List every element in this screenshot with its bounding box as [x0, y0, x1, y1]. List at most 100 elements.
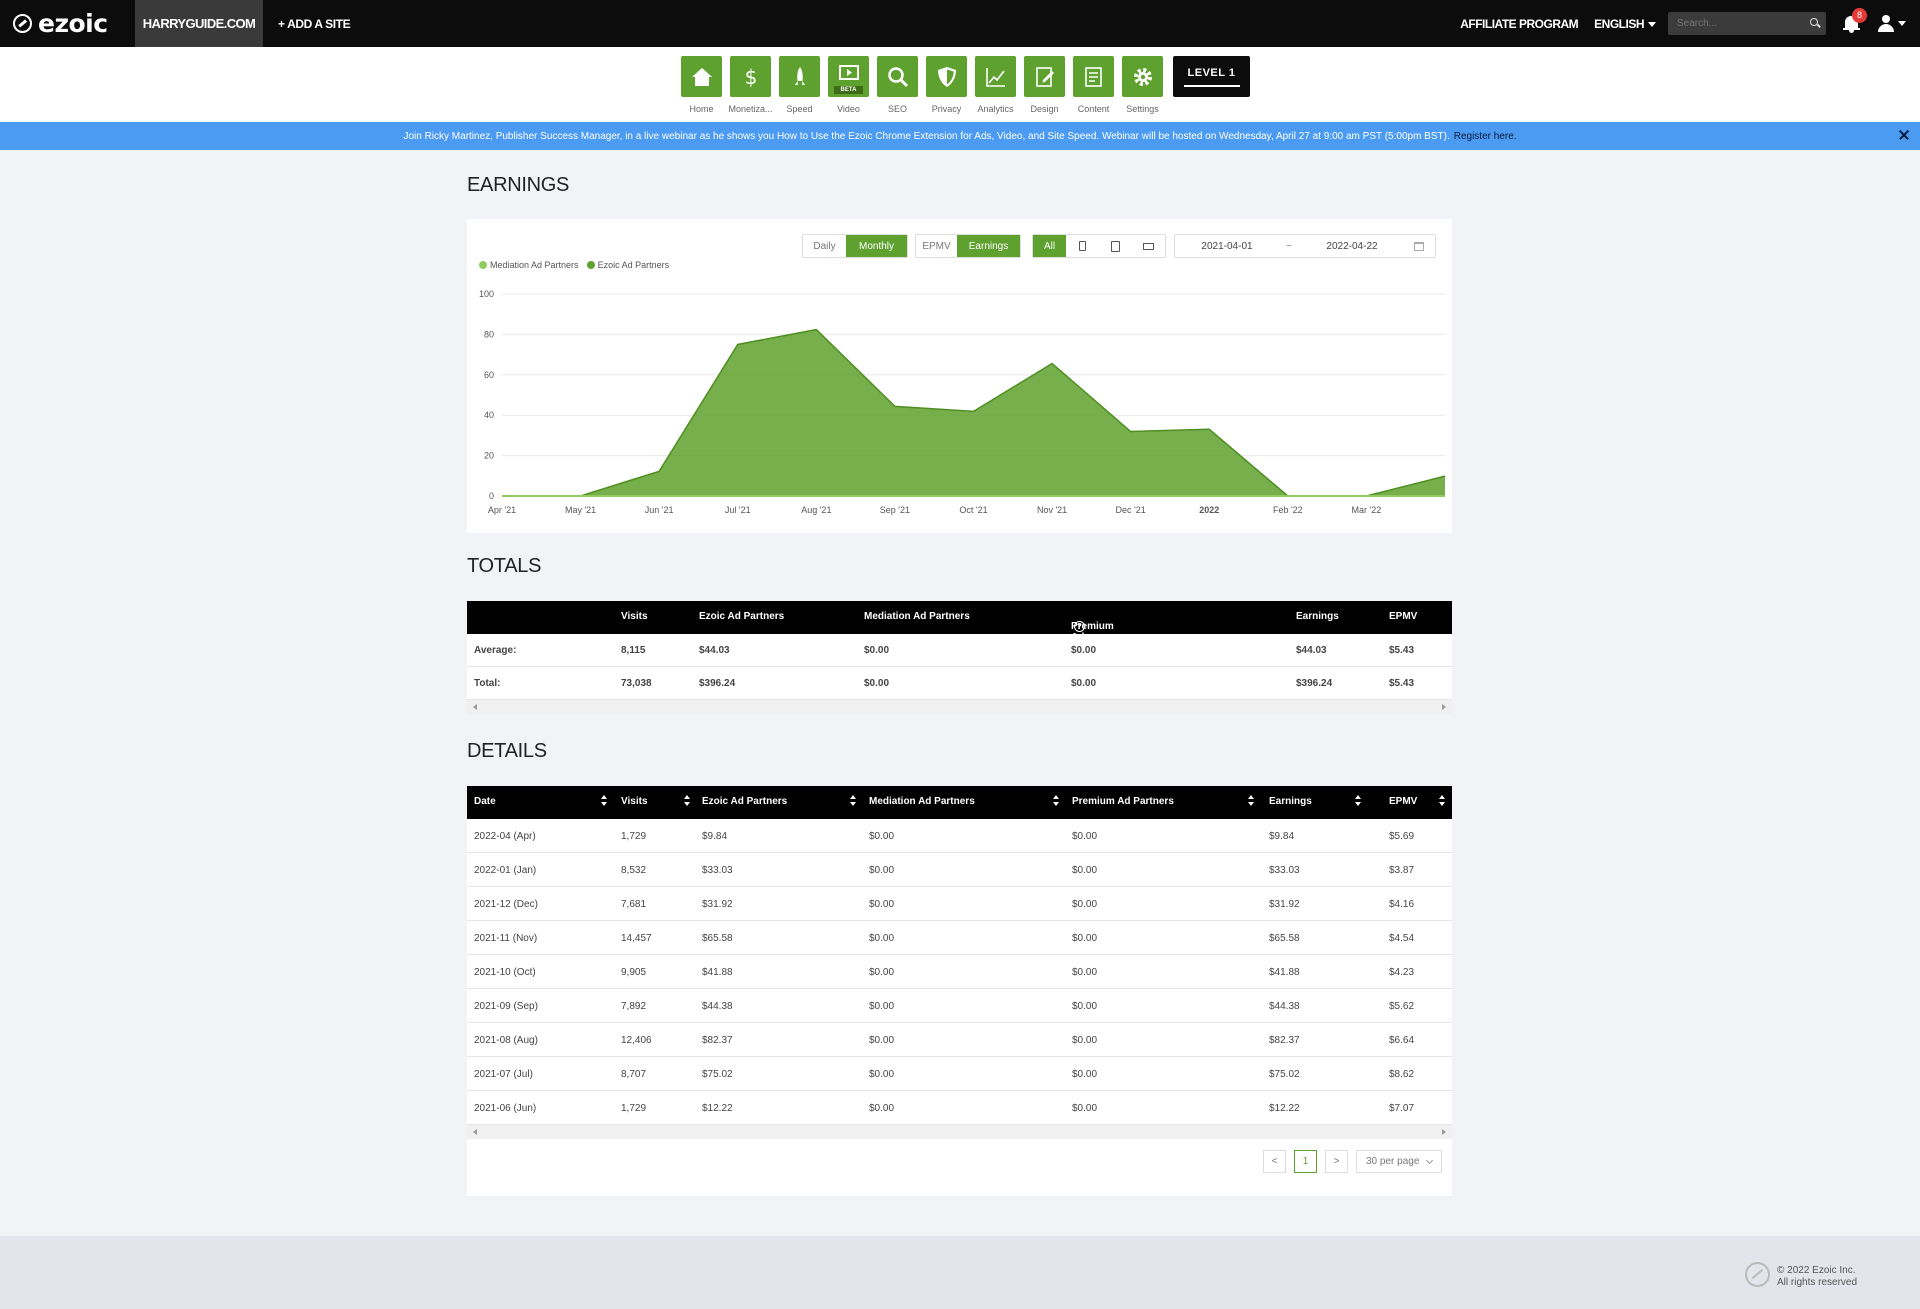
ezoic-logo[interactable]: ezoic — [0, 0, 135, 47]
footer-text: © 2022 Ezoic Inc. All rights reserved — [1777, 1265, 1857, 1289]
pagination: < 1 > 30 per page — [1263, 1150, 1442, 1173]
help-icon[interactable]: ? — [1074, 621, 1085, 632]
nav-design-button[interactable] — [1024, 56, 1065, 97]
period-daily-button[interactable]: Daily — [803, 235, 846, 257]
nav-video[interactable]: BETA Video — [824, 56, 873, 114]
logo-text: ezoic — [38, 9, 108, 38]
date-from[interactable]: 2021-04-01 — [1175, 235, 1279, 257]
sort-icon[interactable] — [601, 795, 607, 809]
nav-settings-button[interactable] — [1122, 56, 1163, 97]
sort-icon[interactable] — [684, 795, 690, 809]
cell-premium: $0.00 — [1072, 1001, 1098, 1012]
nav-privacy-button[interactable] — [926, 56, 967, 97]
language-selector[interactable]: ENGLISH — [1594, 17, 1656, 31]
cell-premium: $0.00 — [1072, 1069, 1098, 1080]
cell-premium: $0.00 — [1072, 899, 1098, 910]
cell-ezoic: $9.84 — [702, 831, 728, 842]
legend-item-mediation[interactable]: Mediation Ad Partners — [479, 260, 579, 270]
period-monthly-button[interactable]: Monthly — [846, 235, 907, 257]
earnings-card: Daily Monthly EPMV Earnings All 2021-04-… — [467, 219, 1452, 533]
col-visits[interactable]: Visits — [621, 796, 648, 807]
search-icon[interactable] — [1810, 18, 1818, 26]
site-selector[interactable]: HARRYGUIDE.COM — [135, 0, 263, 47]
nav-home[interactable]: Home — [677, 56, 726, 114]
affiliate-program-link[interactable]: AFFILIATE PROGRAM — [1460, 17, 1578, 31]
device-tablet-button[interactable] — [1099, 235, 1132, 257]
x-tick-label: Sep '21 — [880, 505, 910, 515]
row-label: Average: — [474, 645, 517, 656]
footer: © 2022 Ezoic Inc. All rights reserved — [0, 1236, 1920, 1309]
sort-icon[interactable] — [1053, 795, 1059, 809]
device-mobile-button[interactable] — [1066, 235, 1099, 257]
col-premium[interactable]: Premium Ad Partners — [1072, 796, 1174, 807]
user-menu[interactable] — [1878, 15, 1906, 32]
rocket-icon — [794, 66, 805, 85]
device-all-button[interactable]: All — [1033, 235, 1066, 257]
metric-earnings-button[interactable]: Earnings — [957, 235, 1020, 257]
sort-icon[interactable] — [1439, 795, 1445, 809]
col-earnings[interactable]: Earnings — [1269, 796, 1312, 807]
col-ezoic[interactable]: Ezoic Ad Partners — [702, 796, 787, 807]
next-page-button[interactable]: > — [1325, 1150, 1348, 1173]
nav-speed[interactable]: Speed — [775, 56, 824, 114]
calendar-icon — [1414, 241, 1424, 251]
horizontal-scrollbar[interactable] — [467, 700, 1452, 714]
metric-epmv-button[interactable]: EPMV — [916, 235, 957, 257]
sort-icon[interactable] — [850, 795, 856, 809]
date-range-picker[interactable]: 2021-04-01 ~ 2022-04-22 — [1174, 234, 1436, 258]
device-desktop-button[interactable] — [1132, 235, 1165, 257]
nav-label: Design — [1030, 104, 1059, 114]
cell-mediation: $0.00 — [869, 933, 895, 944]
cell-ezoic: $12.22 — [702, 1103, 733, 1114]
banner-register-link[interactable]: Register here. — [1454, 131, 1517, 142]
sort-icon[interactable] — [1355, 795, 1361, 809]
table-row: Total: 73,038 $396.24 $0.00 $0.00 $396.2… — [467, 667, 1452, 700]
scroll-right-icon[interactable] — [1442, 704, 1446, 710]
ezoic-footer-logo-icon — [1745, 1262, 1770, 1287]
nav-content[interactable]: Content — [1069, 56, 1118, 114]
prev-page-button[interactable]: < — [1263, 1150, 1286, 1173]
cell-mediation: $0.00 — [864, 645, 890, 656]
per-page-select[interactable]: 30 per page — [1356, 1150, 1442, 1173]
search-input[interactable] — [1668, 12, 1826, 35]
ezoic-logo-icon — [13, 14, 32, 33]
nav-monetization[interactable]: $ Monetiza... — [726, 56, 775, 114]
nav-privacy[interactable]: Privacy — [922, 56, 971, 114]
nav-seo[interactable]: SEO — [873, 56, 922, 114]
cell-date: 2021-06 (Jun) — [474, 1103, 537, 1114]
x-tick-label: Feb '22 — [1273, 505, 1303, 515]
scroll-left-icon[interactable] — [473, 1129, 477, 1135]
cell-date: 2021-12 (Dec) — [474, 899, 538, 910]
scroll-right-icon[interactable] — [1442, 1129, 1446, 1135]
cell-mediation: $0.00 — [864, 678, 890, 689]
nav-video-button[interactable]: BETA — [828, 56, 869, 97]
page-1-button[interactable]: 1 — [1294, 1150, 1317, 1173]
level-badge[interactable]: LEVEL 1 — [1173, 56, 1250, 97]
date-to[interactable]: 2022-04-22 — [1299, 235, 1405, 257]
nav-analytics[interactable]: Analytics — [971, 56, 1020, 114]
col-mediation[interactable]: Mediation Ad Partners — [869, 796, 975, 807]
nav-home-button[interactable] — [681, 56, 722, 97]
legend-item-ezoic[interactable]: Ezoic Ad Partners — [586, 260, 669, 270]
notifications-button[interactable]: 8 — [1842, 7, 1867, 34]
nav-speed-button[interactable] — [779, 56, 820, 97]
scroll-left-icon[interactable] — [473, 704, 477, 710]
nav-design[interactable]: Design — [1020, 56, 1069, 114]
col-date[interactable]: Date — [474, 796, 496, 807]
nav-settings[interactable]: Settings — [1118, 56, 1167, 114]
close-icon[interactable] — [1898, 129, 1910, 141]
nav-seo-button[interactable] — [877, 56, 918, 97]
col-epmv[interactable]: EPMV — [1389, 796, 1417, 807]
cell-ezoic: $41.88 — [702, 967, 733, 978]
sort-icon[interactable] — [1248, 795, 1254, 809]
cell-visits: 8,532 — [621, 865, 647, 876]
cell-visits: 9,905 — [621, 967, 647, 978]
nav-monetization-button[interactable]: $ — [730, 56, 771, 97]
horizontal-scrollbar[interactable] — [467, 1125, 1452, 1139]
x-tick-label: Dec '21 — [1116, 505, 1146, 515]
nav-content-button[interactable] — [1073, 56, 1114, 97]
calendar-button[interactable] — [1405, 235, 1433, 257]
y-tick-label: 20 — [484, 451, 494, 461]
add-site-link[interactable]: + ADD A SITE — [278, 17, 351, 31]
nav-analytics-button[interactable] — [975, 56, 1016, 97]
